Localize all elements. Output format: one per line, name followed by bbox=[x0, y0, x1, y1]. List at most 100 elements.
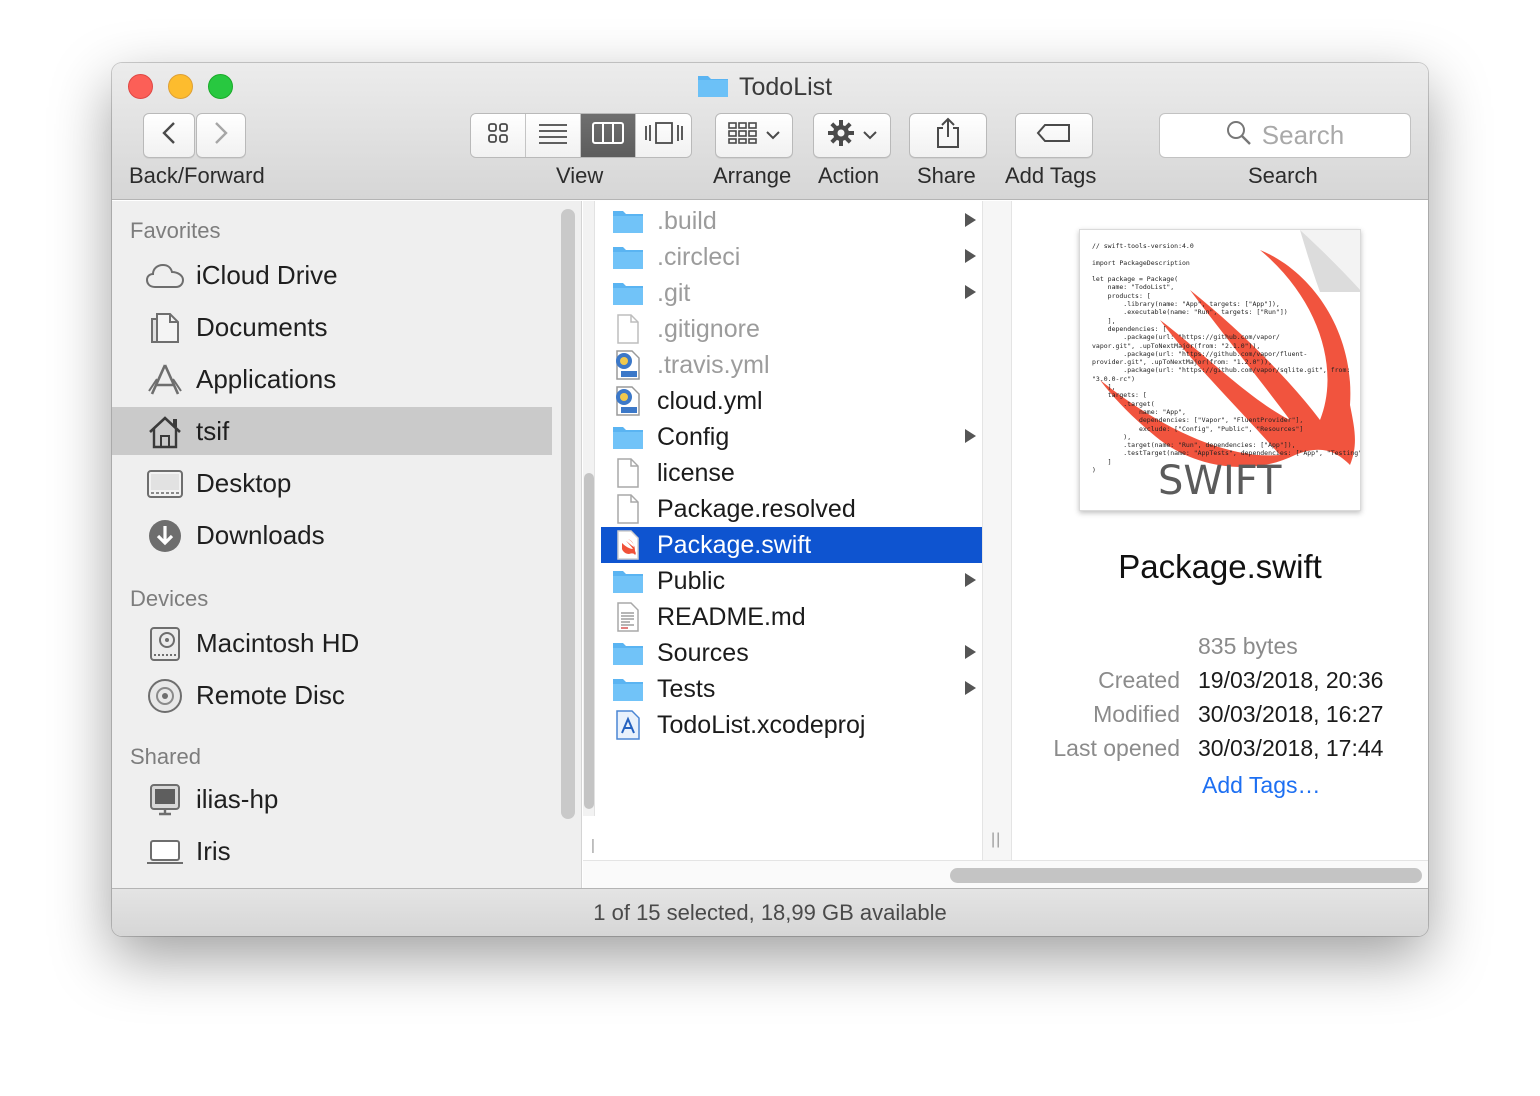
file-name: Sources bbox=[657, 638, 749, 667]
disclosure-arrow-icon bbox=[965, 681, 976, 695]
share-label: Share bbox=[917, 163, 976, 188]
sidebar-scrollbar[interactable] bbox=[561, 209, 575, 819]
file-row-git[interactable]: .git bbox=[601, 275, 982, 311]
disclosure-arrow-icon bbox=[965, 573, 976, 587]
text-document-icon bbox=[611, 602, 645, 632]
sidebar-item-icloud-drive[interactable]: iCloud Drive bbox=[112, 251, 552, 299]
scrollbar-thumb[interactable] bbox=[584, 473, 594, 809]
window-title: TodoList bbox=[697, 72, 832, 102]
blank-document-icon bbox=[611, 314, 645, 344]
folder-icon bbox=[611, 206, 645, 236]
minimize-window-button[interactable] bbox=[168, 74, 193, 99]
toolbar: TodoList Back/Forward View Arrange Actio… bbox=[112, 63, 1428, 200]
column-resize-grip[interactable]: || bbox=[991, 831, 1001, 849]
list-view-button[interactable] bbox=[526, 114, 581, 157]
file-column: | .build .circleci .git .gitignore .trav… bbox=[583, 201, 1011, 860]
file-name: .build bbox=[657, 206, 717, 235]
downloads-icon bbox=[146, 519, 184, 553]
created-label: Created bbox=[1098, 667, 1180, 693]
back-forward-label: Back/Forward bbox=[129, 163, 265, 188]
zoom-window-button[interactable] bbox=[208, 74, 233, 99]
folder-icon bbox=[697, 72, 729, 103]
back-button[interactable] bbox=[143, 113, 195, 158]
cover-flow-view-button[interactable] bbox=[636, 114, 691, 157]
modified-label: Modified bbox=[1093, 701, 1180, 727]
sidebar-item-label: Desktop bbox=[196, 467, 292, 498]
close-window-button[interactable] bbox=[128, 74, 153, 99]
file-row-xcodeproj[interactable]: TodoList.xcodeproj bbox=[601, 707, 982, 743]
chevron-left-icon bbox=[161, 121, 177, 150]
file-row-tests[interactable]: Tests bbox=[601, 671, 982, 707]
sidebar-item-applications[interactable]: Applications bbox=[112, 355, 552, 403]
folder-icon bbox=[611, 242, 645, 272]
file-name: .gitignore bbox=[657, 314, 760, 343]
file-name: README.md bbox=[657, 602, 806, 631]
search-label: Search bbox=[1248, 163, 1318, 188]
sidebar-section-favorites: Favorites bbox=[130, 218, 221, 243]
chevron-down-icon bbox=[766, 127, 780, 145]
sidebar-item-label: tsif bbox=[196, 415, 230, 446]
yml-document-icon bbox=[611, 386, 645, 416]
icon-view-button[interactable] bbox=[471, 114, 526, 157]
add-tags-button[interactable] bbox=[1015, 113, 1093, 158]
column-separator[interactable]: || bbox=[982, 201, 1012, 860]
sidebar-item-iris[interactable]: Iris bbox=[112, 827, 552, 875]
file-name: license bbox=[657, 458, 735, 487]
last-opened-label: Last opened bbox=[1053, 735, 1180, 761]
file-row-config[interactable]: Config bbox=[601, 419, 982, 455]
file-name: Tests bbox=[657, 674, 716, 703]
sidebar-item-downloads[interactable]: Downloads bbox=[112, 511, 552, 559]
file-row-license[interactable]: license bbox=[601, 455, 982, 491]
view-mode-control bbox=[470, 113, 692, 158]
column-view-button[interactable] bbox=[581, 114, 636, 157]
file-name: .circleci bbox=[657, 242, 741, 271]
column-resize-handle[interactable]: | bbox=[591, 837, 595, 854]
sidebar-item-tsif[interactable]: tsif bbox=[112, 407, 552, 455]
column-scrollbar[interactable] bbox=[583, 201, 595, 816]
sidebar-item-remote-disc[interactable]: Remote Disc bbox=[112, 671, 552, 719]
sidebar-item-desktop[interactable]: Desktop bbox=[112, 459, 552, 507]
cover-flow-icon bbox=[644, 122, 683, 149]
documents-icon bbox=[146, 311, 184, 345]
disc-icon bbox=[146, 679, 184, 713]
file-row-readme[interactable]: README.md bbox=[601, 599, 982, 635]
horizontal-scrollbar[interactable] bbox=[583, 860, 1428, 888]
file-name: Package.resolved bbox=[657, 494, 856, 523]
file-row-sources[interactable]: Sources bbox=[601, 635, 982, 671]
hard-drive-icon bbox=[146, 627, 184, 661]
finder-window: TodoList Back/Forward View Arrange Actio… bbox=[112, 63, 1428, 936]
file-row-travis-yml[interactable]: .travis.yml bbox=[601, 347, 982, 383]
file-row-build[interactable]: .build bbox=[601, 203, 982, 239]
status-text: 1 of 15 selected, 18,99 GB available bbox=[593, 899, 947, 925]
file-row-cloud-yml[interactable]: cloud.yml bbox=[601, 383, 982, 419]
sidebar: Favorites iCloud Drive Documents Applica… bbox=[112, 201, 582, 888]
folder-icon bbox=[611, 566, 645, 596]
search-icon bbox=[1226, 120, 1252, 151]
file-row-public[interactable]: Public bbox=[601, 563, 982, 599]
arrange-button[interactable] bbox=[715, 113, 793, 158]
window-title-text: TodoList bbox=[739, 72, 833, 101]
file-row-package-resolved[interactable]: Package.resolved bbox=[601, 491, 982, 527]
sidebar-item-ilias-hp[interactable]: ilias-hp bbox=[112, 775, 552, 823]
share-button[interactable] bbox=[909, 113, 987, 158]
preview-pane: // swift-tools-version:4.0 import Packag… bbox=[1012, 201, 1428, 860]
add-tags-link[interactable]: Add Tags… bbox=[1202, 772, 1320, 799]
preview-file-name: Package.swift bbox=[1118, 548, 1322, 585]
file-name: Package.swift bbox=[657, 530, 812, 559]
file-row-gitignore[interactable]: .gitignore bbox=[601, 311, 982, 347]
search-field[interactable]: Search bbox=[1159, 113, 1411, 158]
sidebar-item-label: Applications bbox=[196, 363, 337, 394]
sidebar-item-documents[interactable]: Documents bbox=[112, 303, 552, 351]
action-button[interactable] bbox=[813, 113, 891, 158]
sidebar-item-label: iCloud Drive bbox=[196, 259, 338, 290]
modified-value: 30/03/2018, 16:27 bbox=[1198, 701, 1384, 727]
view-label: View bbox=[556, 163, 604, 188]
file-row-package-swift[interactable]: Package.swift bbox=[601, 527, 982, 563]
sidebar-item-macintosh-hd[interactable]: Macintosh HD bbox=[112, 619, 552, 667]
scrollbar-thumb[interactable] bbox=[950, 868, 1422, 883]
search-placeholder: Search bbox=[1261, 120, 1345, 150]
file-name: Public bbox=[657, 566, 726, 595]
created-value: 19/03/2018, 20:36 bbox=[1198, 667, 1384, 693]
file-row-circleci[interactable]: .circleci bbox=[601, 239, 982, 275]
forward-button[interactable] bbox=[196, 113, 246, 158]
